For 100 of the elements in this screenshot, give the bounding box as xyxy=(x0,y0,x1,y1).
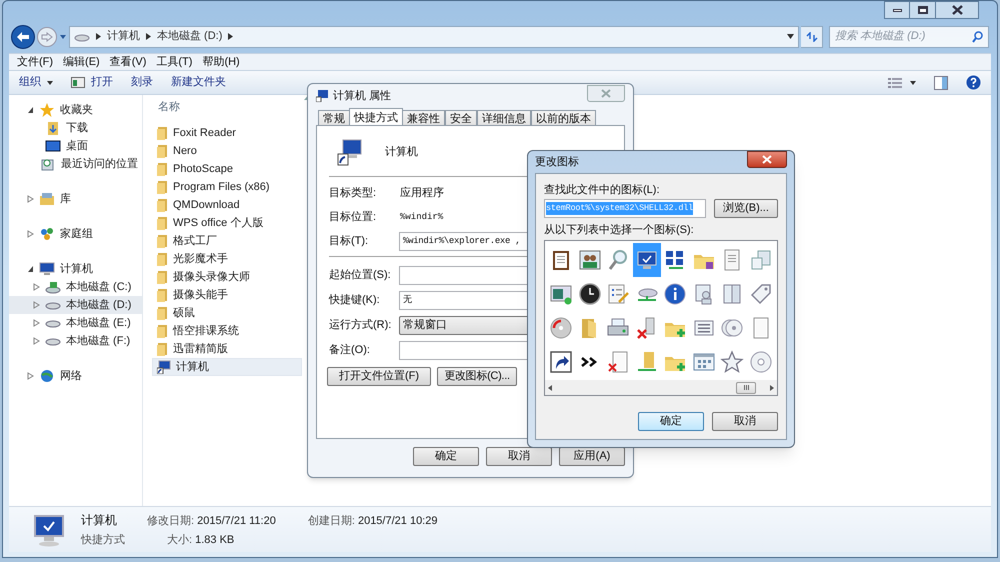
dialog-button[interactable]: 取消 xyxy=(712,412,778,431)
tab[interactable]: 快捷方式 xyxy=(349,108,403,125)
close-icon xyxy=(601,88,611,98)
action-button[interactable]: 更改图标(C)... xyxy=(437,367,517,386)
help-icon[interactable] xyxy=(966,75,981,90)
nav-item[interactable]: 计算机 xyxy=(9,260,142,278)
file-item[interactable]: WPS office 个人版 xyxy=(152,214,302,232)
library-icon xyxy=(39,191,55,207)
nav-item[interactable]: 下载 xyxy=(9,119,142,137)
menu-item[interactable]: 文件(F) xyxy=(17,54,54,70)
toolbar-button[interactable]: 刻录 xyxy=(131,74,153,91)
file-item[interactable]: 计算机 xyxy=(152,358,302,376)
delete-document-icon xyxy=(606,350,630,374)
dialog-button[interactable]: 确定 xyxy=(413,446,479,466)
menu-item[interactable]: 编辑(E) xyxy=(63,54,100,70)
file-item[interactable]: 迅雷精简版 xyxy=(152,340,302,358)
tab[interactable]: 安全 xyxy=(445,110,477,125)
computer-shortcut-icon xyxy=(157,360,171,374)
history-caret-icon[interactable] xyxy=(59,34,67,40)
nav-item[interactable]: 收藏夹 xyxy=(9,101,142,119)
collapse-arrow-icon[interactable] xyxy=(27,106,34,114)
nav-item[interactable]: 本地磁盘 (E:) xyxy=(9,314,142,332)
breadcrumb[interactable]: 计算机 xyxy=(107,28,140,45)
minimize-icon xyxy=(892,8,902,12)
file-item[interactable]: PhotoScape xyxy=(152,160,302,178)
expand-arrow-icon[interactable] xyxy=(27,230,34,238)
file-item[interactable]: Nero xyxy=(152,142,302,160)
created-date: 创建日期: 2015/7/21 10:29 xyxy=(306,514,438,528)
file-item[interactable]: 摄像头录像大师 xyxy=(152,268,302,286)
folder-icon xyxy=(156,162,168,176)
nav-item[interactable]: 家庭组 xyxy=(9,225,142,243)
caret-icon[interactable] xyxy=(910,80,916,84)
nav-item[interactable]: 最近访问的位置 xyxy=(9,155,142,173)
expand-arrow-icon[interactable] xyxy=(33,337,40,345)
close-button[interactable] xyxy=(935,1,979,19)
back-button[interactable] xyxy=(11,24,35,48)
field-value: %windir% xyxy=(399,210,444,224)
folder-icon xyxy=(156,324,168,338)
expand-arrow-icon[interactable] xyxy=(33,283,40,291)
file-item[interactable]: 格式工厂 xyxy=(152,232,302,250)
minimize-button[interactable] xyxy=(884,1,910,19)
folder-icon xyxy=(156,144,168,158)
menu-item[interactable]: 工具(T) xyxy=(156,54,192,70)
info-icon xyxy=(663,282,688,306)
expand-arrow-icon[interactable] xyxy=(33,319,40,327)
nav-item[interactable]: 本地磁盘 (F:) xyxy=(9,332,142,350)
dialog-button[interactable]: 确定 xyxy=(638,412,704,431)
shortcut-name: 计算机 xyxy=(385,144,418,160)
disc-icon xyxy=(549,316,574,340)
view-options-icon[interactable] xyxy=(888,76,902,88)
search-field[interactable]: 搜索 本地磁盘 (D:) xyxy=(829,26,989,48)
menu-item[interactable]: 查看(V) xyxy=(110,54,146,70)
search-input[interactable]: 搜索 本地磁盘 (D:) xyxy=(835,28,972,45)
nav-item[interactable]: 网络 xyxy=(9,367,142,385)
maximize-button[interactable] xyxy=(910,1,935,19)
file-item[interactable]: 硕鼠 xyxy=(152,304,302,322)
icon-option[interactable] xyxy=(632,243,661,277)
file-item[interactable]: Foxit Reader xyxy=(152,124,302,142)
menu-item[interactable]: 帮助(H) xyxy=(202,54,240,70)
dropdown-caret-icon[interactable] xyxy=(787,34,794,39)
scroll-right-icon[interactable] xyxy=(770,384,774,390)
nav-item[interactable]: 桌面 xyxy=(9,137,142,155)
toolbar-button[interactable]: 组织 xyxy=(19,74,53,91)
horizontal-scrollbar[interactable] xyxy=(545,380,777,395)
nav-item[interactable]: 库 xyxy=(9,190,142,208)
collapse-arrow-icon[interactable] xyxy=(27,265,34,273)
file-item[interactable]: QMDownload xyxy=(152,196,302,214)
browse-button[interactable]: 浏览(B)... xyxy=(714,199,778,218)
window-icon xyxy=(71,77,85,88)
tab[interactable]: 兼容性 xyxy=(402,110,445,125)
dialog-title: 更改图标 xyxy=(535,154,579,170)
close-icon xyxy=(952,5,962,15)
refresh-button[interactable] xyxy=(801,26,823,48)
tab[interactable]: 详细信息 xyxy=(477,110,531,125)
scroll-thumb[interactable] xyxy=(736,382,756,394)
dialog-button[interactable]: 取消 xyxy=(486,446,552,466)
scroll-left-icon[interactable] xyxy=(548,384,552,390)
tab[interactable]: 以前的版本 xyxy=(531,110,596,125)
close-button[interactable] xyxy=(747,150,787,168)
nav-item[interactable]: 本地磁盘 (C:) xyxy=(9,278,142,296)
computer-icon xyxy=(316,90,329,102)
tab[interactable]: 常规 xyxy=(318,110,350,125)
expand-arrow-icon[interactable] xyxy=(33,301,40,309)
breadcrumb[interactable]: 本地磁盘 (D:) xyxy=(157,28,222,45)
address-bar[interactable]: 计算机 本地磁盘 (D:) xyxy=(69,26,799,48)
column-header[interactable]: 名称 xyxy=(158,98,180,116)
action-button[interactable]: 打开文件位置(F) xyxy=(327,367,431,386)
toolbar-button[interactable]: 新建文件夹 xyxy=(171,74,226,91)
toolbar-button[interactable]: 打开 xyxy=(71,74,113,91)
field-label: 运行方式(R): xyxy=(329,318,392,334)
file-item[interactable]: 悟空排课系统 xyxy=(152,322,302,340)
file-item[interactable]: Program Files (x86) xyxy=(152,178,302,196)
nav-item[interactable]: 本地磁盘 (D:) xyxy=(9,296,142,314)
expand-arrow-icon[interactable] xyxy=(27,195,34,203)
file-item[interactable]: 摄像头能手 xyxy=(152,286,302,304)
preview-pane-icon[interactable] xyxy=(934,76,948,90)
computer-icon xyxy=(39,261,55,277)
file-item[interactable]: 光影魔术手 xyxy=(152,250,302,268)
expand-arrow-icon[interactable] xyxy=(27,372,34,380)
field-label: 目标类型: xyxy=(329,186,378,202)
